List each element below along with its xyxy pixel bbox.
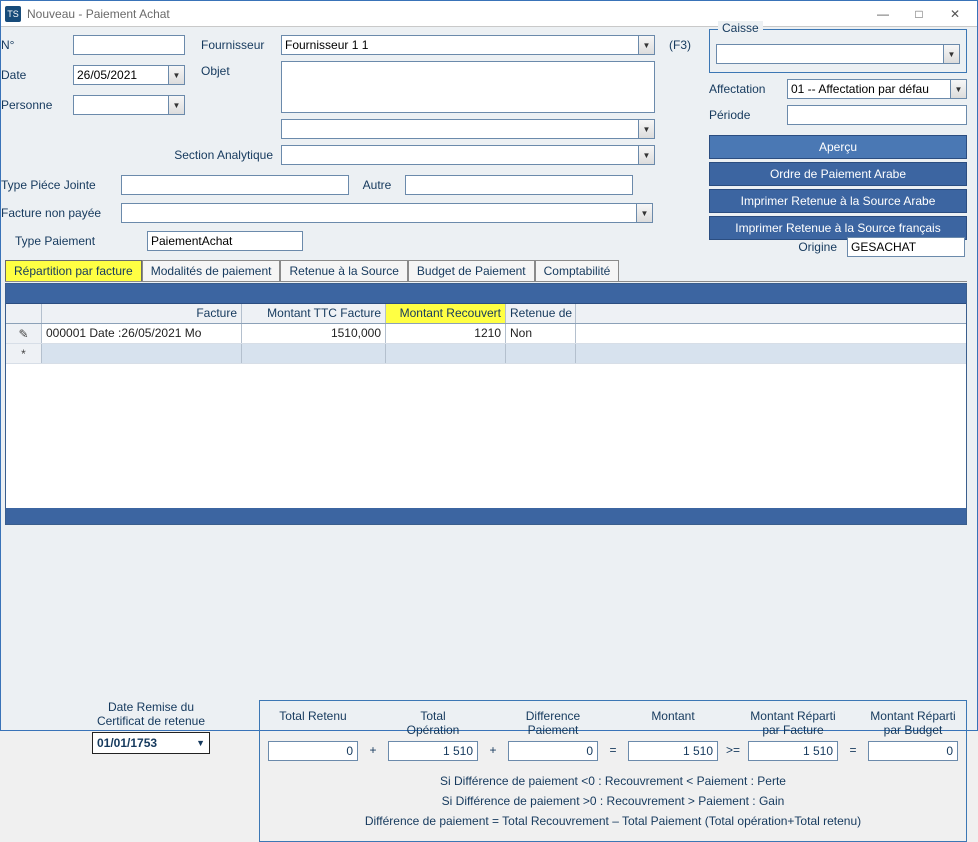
val-montant: 1 510	[628, 741, 718, 761]
label-rep-bud-1: Montant Réparti	[868, 709, 958, 723]
app-icon: TS	[5, 6, 21, 22]
label-diff-1: Difference	[508, 709, 598, 723]
cell-facture[interactable]: 000001 Date :26/05/2021 Mo	[42, 324, 242, 343]
label-autre: Autre	[349, 178, 405, 192]
caisse-select[interactable]	[716, 44, 960, 64]
tabs: Répartition par facture Modalités de pai…	[5, 259, 619, 280]
val-rep-fact: 1 510	[748, 741, 838, 761]
col-retenue[interactable]: Retenue de	[506, 304, 576, 323]
personne-select[interactable]	[73, 95, 185, 115]
label-type-paiement: Type Paiement	[15, 234, 147, 248]
op-plus: +	[484, 743, 502, 761]
col-facture[interactable]: Facture	[42, 304, 242, 323]
section-select[interactable]	[281, 145, 655, 165]
tab-budget-paiement[interactable]: Budget de Paiement	[408, 260, 535, 281]
tab-retenue-source[interactable]: Retenue à la Source	[280, 260, 407, 281]
note-3: Différence de paiement = Total Recouvrem…	[268, 811, 958, 831]
periode-input[interactable]	[787, 105, 967, 125]
caisse-fieldset: Caisse	[709, 29, 967, 73]
label-rep-fact-2: par Facture	[748, 723, 838, 737]
val-total-retenu: 0	[268, 741, 358, 761]
facture-grid[interactable]: Facture Montant TTC Facture Montant Reco…	[5, 283, 967, 525]
tab-comptabilite[interactable]: Comptabilité	[535, 260, 620, 281]
op-eq: =	[604, 743, 622, 761]
new-row-icon: *	[6, 344, 42, 363]
label-periode: Période	[709, 108, 787, 122]
op-eq: =	[844, 743, 862, 761]
window-title: Nouveau - Paiement Achat	[27, 7, 170, 21]
type-pj-input[interactable]	[121, 175, 349, 195]
label-facture-non-payee: Facture non payée	[1, 206, 121, 220]
type-paiement-input[interactable]	[147, 231, 303, 251]
label-origine: Origine	[777, 240, 837, 254]
cell-recouvert[interactable]: 1210	[386, 324, 506, 343]
autre-input[interactable]	[405, 175, 633, 195]
secondary-select[interactable]	[281, 119, 655, 139]
row-edit-icon: ✎	[6, 324, 42, 343]
no-input[interactable]	[73, 35, 185, 55]
table-new-row[interactable]: *	[6, 344, 966, 364]
label-cert-1: Date Remise du	[81, 700, 221, 714]
facture-non-payee-select[interactable]	[121, 203, 653, 223]
label-date: Date	[1, 68, 73, 82]
fournisseur-select[interactable]	[281, 35, 655, 55]
col-montant-recouvert[interactable]: Montant Recouvert	[386, 304, 506, 323]
window-paiement-achat: TS Nouveau - Paiement Achat — □ ✕ N° Dat…	[0, 0, 978, 731]
note-1: Si Différence de paiement <0 : Recouvrem…	[268, 771, 958, 791]
label-total-op-2: Opération	[388, 723, 478, 737]
label-type-pj: Type Piéce Jointe	[1, 178, 121, 192]
op-ge: >=	[724, 743, 742, 761]
label-rep-bud-2: par Budget	[868, 723, 958, 737]
tab-repartition-facture[interactable]: Répartition par facture	[5, 260, 142, 281]
label-fournisseur: Fournisseur	[201, 38, 281, 52]
label-objet: Objet	[201, 61, 281, 78]
close-button[interactable]: ✕	[937, 2, 973, 26]
retenue-arabe-button[interactable]: Imprimer Retenue à la Source Arabe	[709, 189, 967, 213]
label-f3: (F3)	[669, 38, 691, 52]
label-caisse: Caisse	[718, 21, 763, 35]
cell-retenue[interactable]: Non	[506, 324, 576, 343]
grid-header: Facture Montant TTC Facture Montant Reco…	[6, 304, 966, 324]
table-row[interactable]: ✎ 000001 Date :26/05/2021 Mo 1510,000 12…	[6, 324, 966, 344]
tab-modalites-paiement[interactable]: Modalités de paiement	[142, 260, 281, 281]
val-rep-bud: 0	[868, 741, 958, 761]
col-montant-ttc[interactable]: Montant TTC Facture	[242, 304, 386, 323]
label-personne: Personne	[1, 98, 73, 112]
ordre-arabe-button[interactable]: Ordre de Paiement Arabe	[709, 162, 967, 186]
label-no: N°	[1, 38, 73, 52]
cert-date-input[interactable]: 01/01/1753 ▼	[92, 732, 210, 754]
label-cert-2: Certificat de retenue	[81, 714, 221, 728]
affectation-select[interactable]	[787, 79, 967, 99]
minimize-button[interactable]: —	[865, 2, 901, 26]
label-diff-2: Paiement	[508, 723, 598, 737]
objet-textarea[interactable]	[281, 61, 655, 113]
note-2: Si Différence de paiement >0 : Recouvrem…	[268, 791, 958, 811]
val-diff: 0	[508, 741, 598, 761]
summary-box: Total Retenu 0 + Total Opération 1 510 +…	[259, 700, 967, 842]
label-affectation: Affectation	[709, 82, 787, 96]
label-rep-fact-1: Montant Réparti	[748, 709, 838, 723]
cell-ttc[interactable]: 1510,000	[242, 324, 386, 343]
label-section: Section Analytique	[151, 148, 281, 162]
date-input[interactable]	[73, 65, 185, 85]
label-total-retenu: Total Retenu	[268, 709, 358, 723]
origine-input[interactable]	[847, 237, 965, 257]
apercu-button[interactable]: Aperçu	[709, 135, 967, 159]
maximize-button[interactable]: □	[901, 2, 937, 26]
label-total-op-1: Total	[388, 709, 478, 723]
titlebar[interactable]: TS Nouveau - Paiement Achat — □ ✕	[1, 1, 977, 27]
dropdown-caret-icon: ▼	[196, 738, 205, 748]
val-total-op: 1 510	[388, 741, 478, 761]
cert-date-value: 01/01/1753	[97, 736, 157, 750]
op-plus: +	[364, 743, 382, 761]
label-montant: Montant	[628, 709, 718, 723]
